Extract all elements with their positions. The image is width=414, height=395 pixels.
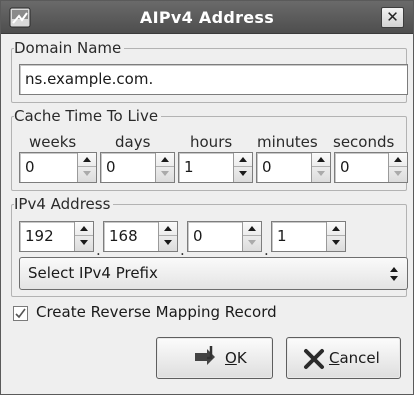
ipv4-octet-4-spinner[interactable]: 1 [271,221,346,252]
minutes-increment[interactable] [312,153,330,167]
arrow-up-icon [80,226,88,231]
days-label: days [115,133,151,151]
hours-value: 1 [184,158,194,176]
octet-4-decrement[interactable] [327,236,345,250]
hours-increment[interactable] [234,153,252,167]
seconds-decrement[interactable] [389,167,407,181]
minutes-label: minutes [257,133,318,151]
ipv4-address-legend: IPv4 Address [14,195,111,213]
reverse-mapping-checkbox[interactable] [13,306,28,321]
ipv4-octet-1-spinner[interactable]: 192 [19,221,94,252]
octet-4-increment[interactable] [327,222,345,236]
days-decrement[interactable] [156,167,174,181]
octet-2-increment[interactable] [159,222,177,236]
hours-spinner[interactable]: 1 [178,152,253,183]
ipv4-octet-1-value: 192 [25,227,54,245]
ok-label: OK [225,349,247,367]
arrow-up-icon [161,157,169,162]
weeks-spinner[interactable]: 0 [19,152,97,183]
weeks-decrement[interactable] [78,167,96,181]
title-bar[interactable]: AIPv4 Address ✕ [1,1,413,34]
arrow-up-icon [83,157,91,162]
octet-1-increment[interactable] [75,222,93,236]
weeks-increment[interactable] [78,153,96,167]
cancel-label: Cancel [329,349,380,367]
combo-updown-icon [390,267,398,281]
ipv4-address-dialog: AIPv4 Address ✕ Domain Name ns.example.c… [0,0,414,395]
arrow-down-icon [317,171,325,176]
checkmark-icon [15,308,26,319]
arrow-up-icon [332,226,340,231]
weeks-value: 0 [25,158,35,176]
arrow-down-icon [80,240,88,245]
octet-1-decrement[interactable] [75,236,93,250]
days-increment[interactable] [156,153,174,167]
arrow-down-icon [161,171,169,176]
hours-label: hours [190,133,233,151]
minutes-value: 0 [262,158,272,176]
arrow-up-icon [248,226,256,231]
ipv4-octet-3-spinner[interactable]: 0 [187,221,262,252]
ipv4-prefix-select[interactable]: Select IPv4 Prefix [19,257,408,290]
arrow-down-icon [239,171,247,176]
octet-2-decrement[interactable] [159,236,177,250]
arrow-up-icon [317,157,325,162]
seconds-value: 0 [340,158,350,176]
seconds-label: seconds [333,133,395,151]
ipv4-octet-3-value: 0 [193,227,203,245]
ipv4-octet-2-value: 168 [109,227,138,245]
octet-3-decrement[interactable] [243,236,261,250]
arrow-down-icon [83,171,91,176]
octet-3-increment[interactable] [243,222,261,236]
arrow-down-icon [332,240,340,245]
minutes-spinner[interactable]: 0 [256,152,331,183]
ok-button[interactable]: OK [156,337,273,379]
days-spinner[interactable]: 0 [100,152,175,183]
arrow-down-icon [248,240,256,245]
arrow-down-icon [394,171,402,176]
weeks-label: weeks [29,133,77,151]
arrow-up-icon [239,157,247,162]
ipv4-octet-2-spinner[interactable]: 168 [103,221,178,252]
domain-name-input[interactable]: ns.example.com. [19,64,408,95]
close-icon: ✕ [386,8,399,26]
seconds-spinner[interactable]: 0 [334,152,408,183]
reverse-mapping-label: Create Reverse Mapping Record [36,303,277,321]
days-value: 0 [106,158,116,176]
cancel-icon [304,349,324,369]
ipv4-octet-4-value: 1 [277,227,287,245]
hours-decrement[interactable] [234,167,252,181]
window-title: AIPv4 Address [139,8,275,27]
arrow-up-icon [164,226,172,231]
ipv4-prefix-select-value: Select IPv4 Prefix [28,264,158,282]
cache-ttl-legend: Cache Time To Live [14,107,159,125]
ok-icon [195,346,215,365]
arrow-down-icon [164,240,172,245]
cancel-mnemonic: C [329,349,340,367]
close-button[interactable]: ✕ [381,7,404,28]
cancel-button[interactable]: Cancel [286,337,401,379]
domain-name-legend: Domain Name [14,39,122,57]
seconds-increment[interactable] [389,153,407,167]
ok-mnemonic: O [225,349,237,367]
minutes-decrement[interactable] [312,167,330,181]
ok-label-rest: K [236,349,247,367]
arrow-up-icon [394,157,402,162]
cancel-label-rest: ancel [339,349,380,367]
